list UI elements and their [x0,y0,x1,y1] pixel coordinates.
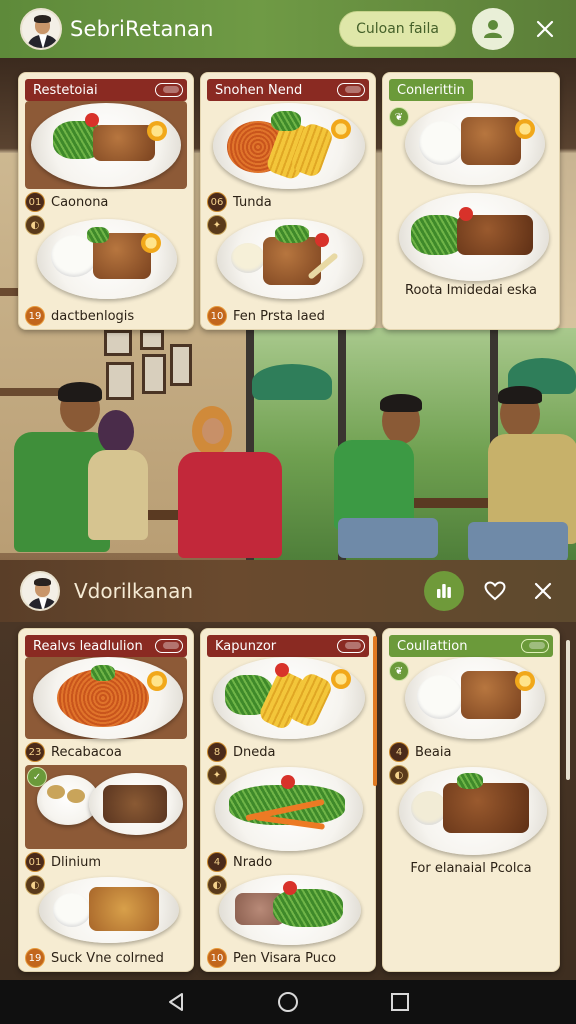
close-button[interactable] [526,574,560,608]
menu-card[interactable]: Realvs leadlulion 23 Recabacoa ✓ 01 Dlin… [18,628,194,972]
recents-button[interactable] [380,982,420,1022]
item-label: Nrado [233,854,273,870]
card-tag: Restetoiai [25,79,187,101]
leaf-icon: ❦ [389,661,409,681]
item-label: Dlinium [51,854,101,870]
card-caption: Roota Imidedai eska [405,283,537,298]
menu-card[interactable]: Conlerittin ❦ Roota Imidedai eska [382,72,560,330]
close-button[interactable] [528,12,562,46]
header-action-button[interactable]: Culoan faila [339,11,456,47]
item-label: Pen Visara Puco [233,950,337,966]
heart-icon [484,581,506,601]
item-number: 8 [207,742,227,762]
list-item[interactable]: 10 Pen Visara Puco [207,947,369,969]
dish-badge-icon: ◐ [207,875,227,895]
dish-badge-icon: ◐ [25,215,45,235]
item-label: dactbenlogis [51,308,135,324]
leaf-icon: ❦ [389,107,409,127]
list-item[interactable]: 23 Recabacoa [25,741,187,763]
dish-badge-icon: ✦ [207,215,227,235]
menu-card[interactable]: Kapunzor 8 Dneda ✦ 4 Nrado ◐ 10 Pen Visa… [200,628,376,972]
favorite-button[interactable] [478,574,512,608]
list-item[interactable]: 4 Beaia [389,741,553,763]
menu-card[interactable]: Snohen Nend 06 Tunda ✦ 10 Fen Prsta laed [200,72,376,330]
stats-button[interactable] [424,571,464,611]
app-screen: SebriRetanan Culoan faila Restetoiai 01 … [0,0,576,1024]
close-icon [534,582,552,600]
scrollbar[interactable] [566,640,570,780]
item-number: 10 [207,948,227,968]
back-button[interactable] [156,982,196,1022]
recents-icon [391,993,409,1011]
section-header: Vdorilkanan [0,560,576,622]
card-tag: Coullattion [389,635,553,657]
card-caption: For elanaial Pcolca [410,861,532,876]
app-title: SebriRetanan [70,17,214,41]
card-tag: Realvs leadlulion [25,635,187,657]
item-number: 23 [25,742,45,762]
list-item[interactable]: 06 Tunda [207,191,369,213]
dish-badge-icon: ◐ [389,765,409,785]
scroll-indicator[interactable] [373,636,377,786]
list-item[interactable]: 01 Caonona [25,191,187,213]
item-label: Recabacoa [51,744,122,760]
item-number: 10 [207,306,227,326]
item-number: 4 [207,852,227,872]
system-nav-bar [0,980,576,1024]
list-item[interactable]: 10 Fen Prsta laed [207,305,369,327]
item-label: Tunda [233,194,272,210]
profile-button[interactable] [472,8,514,50]
item-number: 4 [389,742,409,762]
section-title: Vdorilkanan [74,579,194,603]
list-item[interactable]: 8 Dneda [207,741,369,763]
item-number: 19 [25,948,45,968]
home-icon [278,992,298,1012]
person-icon [484,20,502,38]
item-label: Suck Vne colrned [51,950,164,966]
list-item[interactable]: 4 Nrado [207,851,369,873]
menu-card[interactable]: Coullattion ❦ 4 Beaia ◐ For elanaial Pco… [382,628,560,972]
dish-badge-icon: ◐ [25,875,45,895]
item-number: 01 [25,192,45,212]
avatar[interactable] [20,571,60,611]
app-header: SebriRetanan Culoan faila [0,0,576,58]
avatar[interactable] [20,8,62,50]
back-icon [169,993,183,1011]
close-icon [536,20,554,38]
item-label: Beaia [415,744,452,760]
card-tag: Snohen Nend [207,79,369,101]
menu-card[interactable]: Restetoiai 01 Caonona ◐ 19 dactbenlogis [18,72,194,330]
card-tag: Conlerittin [389,79,473,101]
item-number: 06 [207,192,227,212]
list-item[interactable]: 19 dactbenlogis [25,305,187,327]
item-number: 19 [25,306,45,326]
item-label: Caonona [51,194,109,210]
item-label: Fen Prsta laed [233,308,325,324]
card-tag: Kapunzor [207,635,369,657]
list-item[interactable]: 01 Dlinium [25,851,187,873]
item-label: Dneda [233,744,276,760]
dish-badge-icon: ✦ [207,765,227,785]
home-button[interactable] [268,982,308,1022]
bar-chart-icon [437,584,451,598]
item-number: 01 [25,852,45,872]
list-item[interactable]: 19 Suck Vne colrned [25,947,187,969]
